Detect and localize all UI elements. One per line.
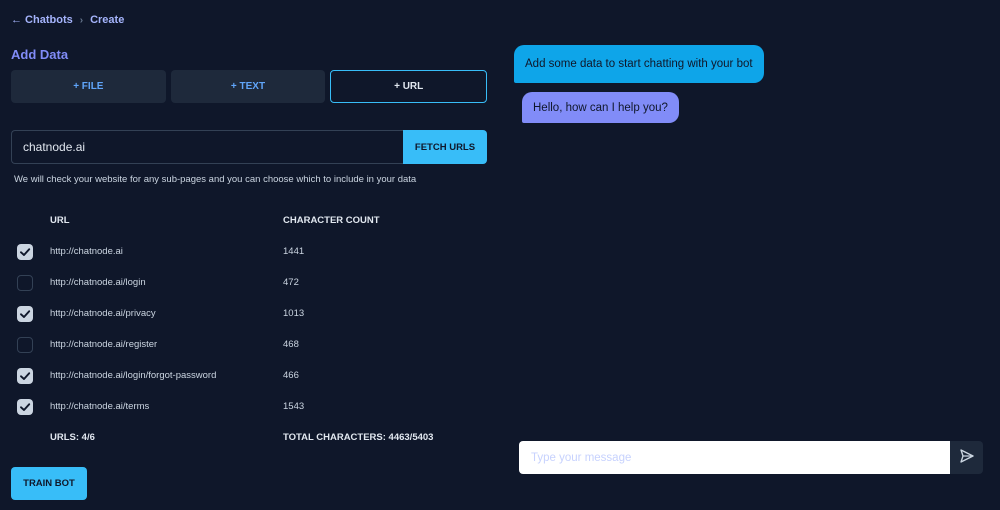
row-checkbox[interactable] (17, 244, 33, 260)
breadcrumb-back-link[interactable]: ← Chatbots (11, 14, 73, 26)
url-table: URL CHARACTER COUNT http://chatnode.ai 14… (11, 205, 487, 453)
tab-text[interactable]: + TEXT (170, 70, 326, 103)
row-url: http://chatnode.ai/login/forgot-password (50, 370, 217, 381)
helper-text: We will check your website for any sub-p… (14, 174, 417, 185)
row-character-count: 472 (283, 277, 299, 288)
row-checkbox[interactable] (17, 275, 33, 291)
row-url: http://chatnode.ai/privacy (50, 308, 156, 319)
tab-file[interactable]: + FILE (11, 70, 166, 103)
table-row: http://chatnode.ai/privacy 1013 (11, 298, 487, 329)
checkmark-icon (20, 403, 31, 411)
section-title: Add Data (11, 47, 69, 62)
train-bot-button[interactable]: TRAIN BOT (11, 467, 87, 500)
row-checkbox[interactable] (17, 306, 33, 322)
row-checkbox[interactable] (17, 399, 33, 415)
row-url: http://chatnode.ai/register (50, 339, 158, 350)
footer-total-characters: TOTAL CHARACTERS: 4463/5403 (283, 432, 434, 443)
chat-message-text: Hello, how can I help you? (533, 101, 668, 114)
chat-message-text: Add some data to start chatting with you… (525, 58, 753, 70)
breadcrumb: ← Chatbots › Create (11, 14, 124, 26)
send-icon (959, 448, 975, 467)
table-row: http://chatnode.ai/login 472 (11, 267, 487, 298)
row-character-count: 1441 (283, 246, 305, 257)
message-input[interactable] (519, 441, 950, 474)
checkmark-icon (20, 248, 31, 256)
checkmark-icon (20, 310, 31, 318)
breadcrumb-current: Create (90, 14, 125, 26)
row-url: http://chatnode.ai/login (50, 277, 146, 288)
table-row: http://chatnode.ai/login/forgot-password… (11, 360, 487, 391)
row-url: http://chatnode.ai/terms (50, 401, 150, 412)
tab-url[interactable]: + URL (330, 70, 488, 103)
table-row: http://chatnode.ai/terms 1543 (11, 391, 487, 422)
table-row: http://chatnode.ai 1441 (11, 236, 487, 267)
breadcrumb-separator: › (79, 14, 84, 26)
row-character-count: 1543 (283, 401, 305, 412)
url-input[interactable] (11, 130, 403, 164)
row-checkbox[interactable] (17, 337, 33, 353)
chat-message-bot: Hello, how can I help you? (522, 92, 679, 123)
table-footer: URLS: 4/6 TOTAL CHARACTERS: 4463/5403 (11, 422, 487, 453)
send-button[interactable] (950, 441, 983, 474)
fetch-urls-button[interactable]: FETCH URLS (403, 130, 487, 164)
header-url: URL (50, 215, 70, 226)
chat-composer (519, 441, 983, 474)
header-character-count: CHARACTER COUNT (283, 215, 380, 226)
table-row: http://chatnode.ai/register 468 (11, 329, 487, 360)
row-character-count: 466 (283, 370, 299, 381)
checkmark-icon (20, 372, 31, 380)
table-header: URL CHARACTER COUNT (11, 205, 487, 236)
chat-message-bot: Add some data to start chatting with you… (514, 45, 764, 83)
footer-urls-count: URLS: 4/6 (50, 432, 95, 443)
row-character-count: 468 (283, 339, 299, 350)
data-source-tabs: + FILE + TEXT + URL (11, 70, 488, 103)
row-url: http://chatnode.ai (50, 246, 123, 257)
row-character-count: 1013 (283, 308, 305, 319)
url-row: FETCH URLS (11, 130, 487, 164)
row-checkbox[interactable] (17, 368, 33, 384)
